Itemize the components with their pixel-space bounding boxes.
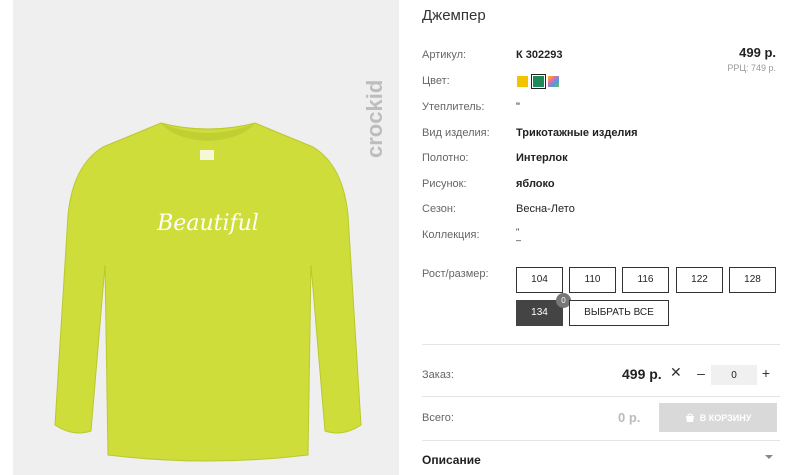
size-option-116[interactable]: 116 bbox=[622, 267, 669, 293]
qty-decrease-button[interactable]: – bbox=[693, 365, 709, 383]
cart-icon bbox=[685, 413, 694, 422]
color-swatch-multicolor[interactable] bbox=[548, 76, 559, 87]
fabric-label: Полотно: bbox=[422, 152, 469, 164]
collection-value-2: – bbox=[516, 235, 522, 245]
divider bbox=[422, 440, 780, 441]
total-label: Всего: bbox=[422, 412, 454, 424]
qty-input[interactable] bbox=[711, 365, 757, 385]
insulation-value: " bbox=[516, 101, 520, 113]
color-swatch-green[interactable] bbox=[531, 74, 546, 89]
pattern-label: Рисунок: bbox=[422, 178, 467, 190]
size-label: Рост/размер: bbox=[422, 268, 489, 280]
chevron-down-icon[interactable] bbox=[763, 452, 775, 462]
qty-increase-button[interactable]: + bbox=[759, 365, 773, 383]
print-text: Beautiful bbox=[156, 211, 259, 236]
size-option-110[interactable]: 110 bbox=[569, 267, 616, 293]
sweater-illustration: Beautiful bbox=[54, 122, 362, 462]
season-value: Весна-Лето bbox=[516, 203, 575, 215]
divider bbox=[422, 344, 780, 345]
season-label: Сезон: bbox=[422, 203, 456, 215]
type-value: Трикотажные изделия bbox=[516, 127, 638, 139]
description-heading[interactable]: Описание bbox=[422, 453, 481, 467]
rrp-price: РРЦ: 749 р. bbox=[727, 63, 776, 73]
total-value: 0 р. bbox=[618, 410, 641, 425]
times-icon: ✕ bbox=[670, 364, 682, 380]
color-label: Цвет: bbox=[422, 75, 450, 87]
article-value: К 302293 bbox=[516, 49, 563, 61]
order-price: 499 р. bbox=[622, 366, 662, 382]
pattern-value: яблоко bbox=[516, 178, 555, 190]
article-label: Артикул: bbox=[422, 49, 467, 61]
select-all-button[interactable]: ВЫБРАТЬ ВСЕ bbox=[569, 300, 669, 326]
product-image[interactable]: crockid Beautiful bbox=[13, 0, 399, 475]
size-option-122[interactable]: 122 bbox=[676, 267, 723, 293]
divider bbox=[422, 396, 780, 397]
color-swatch-yellow[interactable] bbox=[517, 76, 528, 87]
add-to-cart-label: В КОРЗИНУ bbox=[699, 412, 752, 423]
order-label: Заказ: bbox=[422, 369, 454, 381]
insulation-label: Утеплитель: bbox=[422, 101, 485, 113]
size-option-128[interactable]: 128 bbox=[729, 267, 776, 293]
type-label: Вид изделия: bbox=[422, 127, 490, 139]
fabric-value: Интерлок bbox=[516, 152, 568, 164]
size-option-104[interactable]: 104 bbox=[516, 267, 563, 293]
product-price: 499 р. bbox=[739, 45, 776, 60]
product-title: Джемпер bbox=[422, 7, 486, 24]
collection-label: Коллекция: bbox=[422, 229, 480, 241]
add-to-cart-button[interactable]: В КОРЗИНУ bbox=[659, 403, 777, 432]
